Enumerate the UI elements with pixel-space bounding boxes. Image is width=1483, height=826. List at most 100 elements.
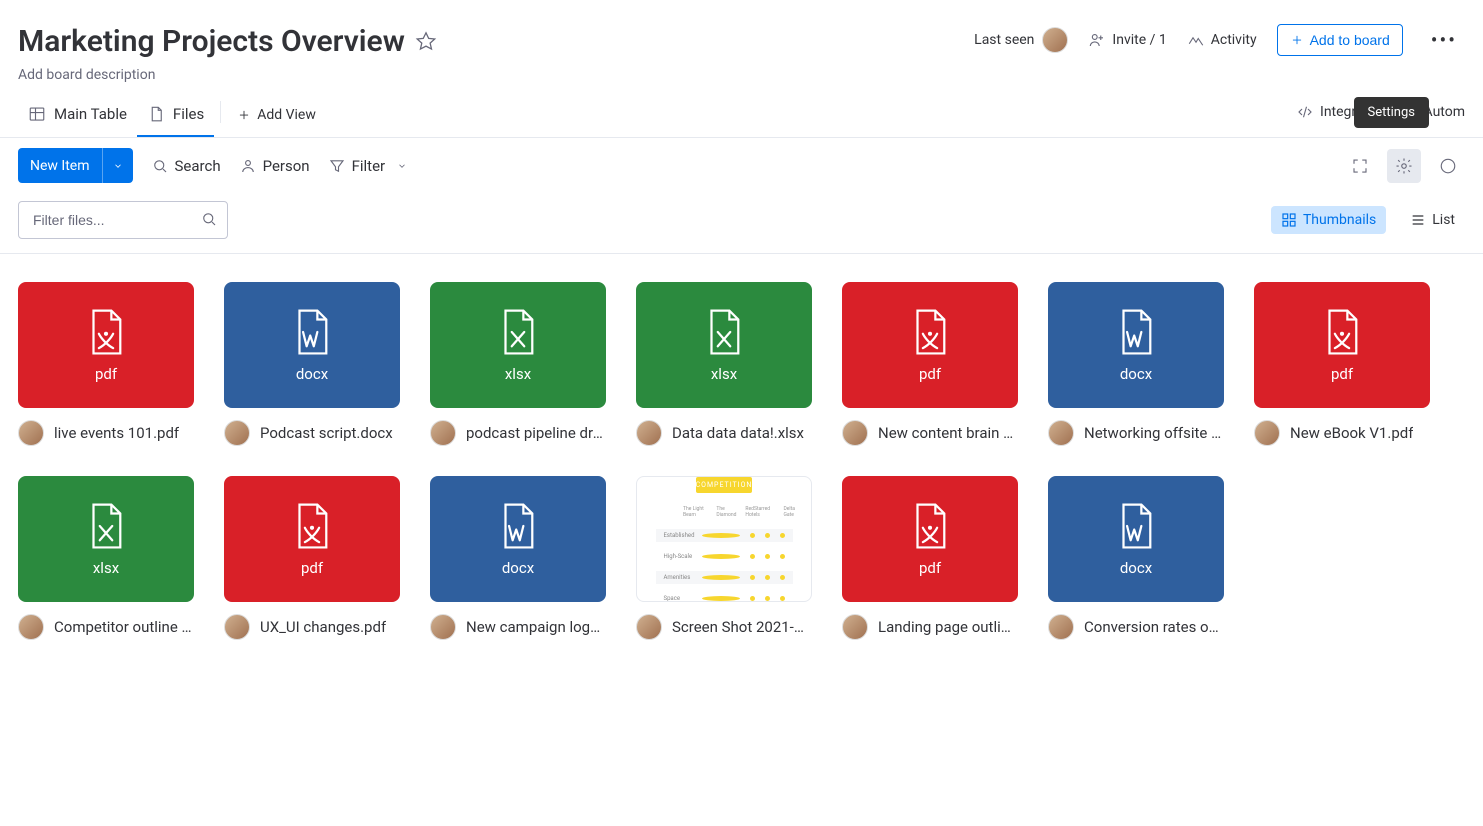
list-view-button[interactable]: List (1400, 206, 1465, 234)
page-title: Marketing Projects Overview (18, 24, 405, 59)
file-extension: xlsx (711, 365, 737, 383)
file-card[interactable]: xlsx Data data data!.xlsx (636, 282, 812, 446)
file-thumbnail[interactable]: docx (430, 476, 606, 602)
file-extension: pdf (919, 559, 941, 577)
tab-main-table[interactable]: Main Table (18, 97, 137, 137)
file-thumbnail[interactable]: docx (1048, 476, 1224, 602)
file-card[interactable]: pdf New eBook V1.pdf (1254, 282, 1430, 446)
file-card[interactable]: xlsxCompetitor outline d… (18, 476, 194, 640)
search-button[interactable]: Search (151, 157, 221, 175)
grid-icon (1281, 212, 1297, 228)
chevron-down-icon (113, 161, 123, 171)
funnel-icon (328, 157, 346, 175)
file-thumbnail[interactable]: xlsx (18, 476, 194, 602)
file-extension: docx (1120, 559, 1152, 577)
avatar (1254, 420, 1280, 446)
file-thumbnail[interactable]: docx (1048, 282, 1224, 408)
file-thumbnail[interactable]: docx (224, 282, 400, 408)
file-card[interactable]: pdf New content brain d… (842, 282, 1018, 446)
filter-files-input[interactable] (18, 201, 228, 239)
board-description[interactable]: Add board description (18, 67, 974, 83)
file-thumbnail[interactable]: pdf (224, 476, 400, 602)
add-view-button[interactable]: Add View (227, 99, 326, 135)
file-thumbnail[interactable]: pdf (842, 282, 1018, 408)
tab-label: Files (173, 105, 204, 123)
person-plus-icon (1088, 31, 1106, 49)
file-extension: pdf (301, 559, 323, 577)
file-name: UX_UI changes.pdf (260, 618, 386, 636)
avatar (842, 614, 868, 640)
file-thumbnail[interactable]: pdf (18, 282, 194, 408)
filter-label: Filter (352, 157, 386, 175)
activity-button[interactable]: Activity (1187, 31, 1257, 49)
plus-icon (1290, 33, 1304, 47)
avatar (430, 614, 456, 640)
table-icon (28, 105, 46, 123)
file-card[interactable]: xlsx podcast pipeline dra… (430, 282, 606, 446)
file-thumbnail[interactable]: xlsx (430, 282, 606, 408)
file-thumbnail[interactable]: xlsx (636, 282, 812, 408)
file-name: Networking offsite i… (1084, 424, 1224, 442)
new-item-dropdown[interactable] (102, 148, 133, 183)
avatar (18, 614, 44, 640)
expand-icon (1351, 157, 1369, 175)
avatar (18, 420, 44, 446)
add-board-label: Add to board (1310, 32, 1390, 48)
file-extension: pdf (95, 365, 117, 383)
file-card[interactable]: pdflive events 101.pdf (18, 282, 194, 446)
file-name: Podcast script.docx (260, 424, 393, 442)
avatar (842, 420, 868, 446)
thumbnails-view-button[interactable]: Thumbnails (1271, 206, 1386, 234)
file-extension: xlsx (505, 365, 531, 383)
automate-label: Autom (1424, 104, 1465, 120)
person-filter-button[interactable]: Person (239, 157, 310, 175)
new-item-button[interactable]: New Item (18, 148, 133, 183)
settings-button[interactable] (1387, 149, 1421, 183)
invite-label: Invite / 1 (1112, 32, 1166, 48)
avatar (1048, 420, 1074, 446)
add-to-board-button[interactable]: Add to board (1277, 24, 1403, 56)
file-name: New eBook V1.pdf (1290, 424, 1413, 442)
last-seen[interactable]: Last seen (974, 27, 1068, 53)
activity-label: Activity (1211, 32, 1257, 48)
search-icon (151, 157, 169, 175)
avatar (1042, 27, 1068, 53)
list-label: List (1432, 212, 1455, 228)
file-extension: docx (1120, 365, 1152, 383)
fullscreen-button[interactable] (1343, 149, 1377, 183)
file-card[interactable]: COMPETITIONThe Light BeamThe DiamondRedS… (636, 476, 812, 640)
invite-button[interactable]: Invite / 1 (1088, 31, 1166, 49)
avatar (1048, 614, 1074, 640)
chat-button[interactable] (1431, 149, 1465, 183)
search-label: Search (175, 157, 221, 175)
file-card[interactable]: docx Networking offsite i… (1048, 282, 1224, 446)
filter-button[interactable]: Filter (328, 157, 408, 175)
file-thumbnail[interactable]: pdf (1254, 282, 1430, 408)
avatar (636, 420, 662, 446)
file-card[interactable]: pdf UX_UI changes.pdf (224, 476, 400, 640)
file-name: New content brain d… (878, 424, 1018, 442)
file-name: Data data data!.xlsx (672, 424, 804, 442)
file-name: Landing page outlin… (878, 618, 1018, 636)
file-thumbnail[interactable]: COMPETITIONThe Light BeamThe DiamondRedS… (636, 476, 812, 602)
activity-icon (1187, 31, 1205, 49)
file-name: podcast pipeline dra… (466, 424, 606, 442)
divider (220, 101, 221, 123)
avatar (224, 614, 250, 640)
list-icon (1410, 212, 1426, 228)
file-card[interactable]: docxNew campaign logo … (430, 476, 606, 640)
avatar (430, 420, 456, 446)
chevron-down-icon (397, 161, 407, 171)
file-card[interactable]: pdf Landing page outlin… (842, 476, 1018, 640)
file-card[interactable]: docxConversion rates out… (1048, 476, 1224, 640)
file-thumbnail[interactable]: pdf (842, 476, 1018, 602)
new-item-label[interactable]: New Item (18, 150, 102, 182)
star-icon[interactable] (415, 31, 437, 53)
tab-files[interactable]: Files (137, 97, 214, 137)
gear-icon (1395, 157, 1413, 175)
tab-label: Main Table (54, 105, 127, 123)
file-icon (147, 105, 165, 123)
plug-icon (1296, 103, 1314, 121)
more-menu-button[interactable]: ••• (1423, 28, 1465, 52)
file-card[interactable]: docx Podcast script.docx (224, 282, 400, 446)
